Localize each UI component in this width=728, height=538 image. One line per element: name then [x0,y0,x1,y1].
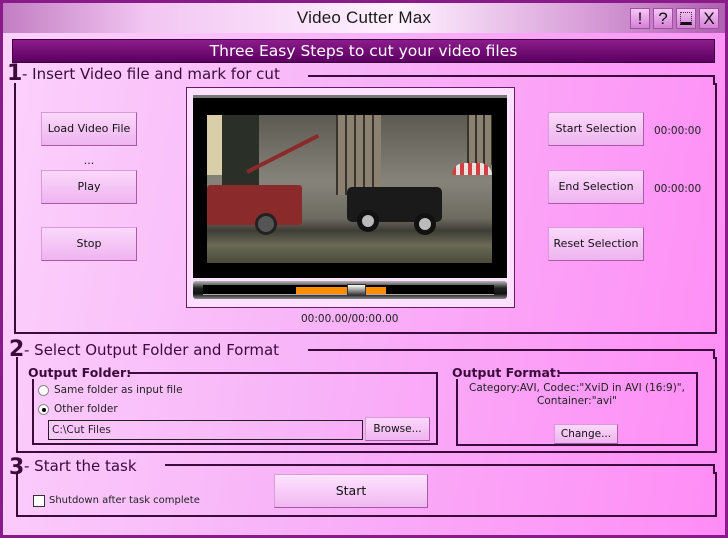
end-selection-time: 00:00:00 [654,183,702,195]
format-details-line2: Container:"avi" [537,395,617,407]
shutdown-checkbox[interactable] [33,495,45,507]
minimize-button[interactable] [676,8,696,29]
output-format-label: Output Format: [452,365,561,380]
format-details-line1: Category:AVI, Codec:"XviD in AVI (16:9)"… [469,382,685,394]
scene-grid-window-2 [467,115,492,165]
video-preview-frame [186,87,515,308]
stop-button[interactable]: Stop [41,227,137,261]
exclamation-icon: ! [637,9,643,28]
help-icon: ? [658,9,668,28]
scene-window [207,115,222,175]
shutdown-label: Shutdown after task complete [49,495,200,506]
end-selection-button[interactable]: End Selection [548,170,644,204]
output-path-input[interactable] [48,420,363,440]
selection-range [296,287,387,294]
scene-grid-window [336,115,381,195]
step3-corner [713,464,715,474]
app-window: Video Cutter Max ! ? X Three Easy Steps … [0,0,728,538]
change-format-button[interactable]: Change... [554,424,618,444]
step1-title: - Insert Video file and mark for cut [22,65,280,83]
browse-button[interactable]: Browse... [365,417,430,441]
output-format-corner [696,372,698,380]
video-frame-image [207,115,492,263]
scene-tow-truck [207,185,302,225]
play-button[interactable]: Play [41,170,137,204]
same-folder-radio[interactable] [38,385,49,396]
reset-selection-button[interactable]: Reset Selection [548,227,644,261]
help-button[interactable]: ? [653,8,673,29]
close-button[interactable]: X [699,8,719,29]
start-selection-button[interactable]: Start Selection [548,112,644,146]
step2-divider [308,349,715,351]
video-player[interactable] [193,95,507,278]
other-folder-radio[interactable] [38,404,49,415]
scene-umbrella [452,163,492,175]
start-selection-time: 00:00:00 [654,125,702,137]
playback-time: 00:00.00/00:00.00 [301,313,399,325]
load-video-button[interactable]: Load Video File ... [41,112,137,167]
seek-track[interactable] [203,284,494,296]
close-icon: X [703,9,715,28]
scene-jeep-wheel [414,213,436,235]
scene-jeep-wheel [357,210,379,232]
step1-corner [713,75,715,85]
about-button[interactable]: ! [630,8,650,29]
output-folder-label: Output Folder: [28,365,132,380]
window-title: Video Cutter Max [296,8,432,27]
seek-thumb[interactable] [347,284,367,296]
output-folder-divider [128,372,438,374]
other-folder-label: Other folder [54,403,118,415]
step1-divider [308,75,715,77]
steps-banner: Three Easy Steps to cut your video files [12,39,715,63]
step3-divider [165,464,715,466]
scene-truck-wheel [255,213,277,235]
start-button[interactable]: Start [274,474,428,508]
output-folder-corner [436,372,438,380]
title-bar[interactable]: Video Cutter Max ! ? X [3,3,725,33]
output-format-divider [558,372,698,374]
seek-bar[interactable] [193,281,507,299]
step2-corner [713,349,715,359]
same-folder-label: Same folder as input file [54,384,183,396]
minimize-icon [680,12,692,25]
